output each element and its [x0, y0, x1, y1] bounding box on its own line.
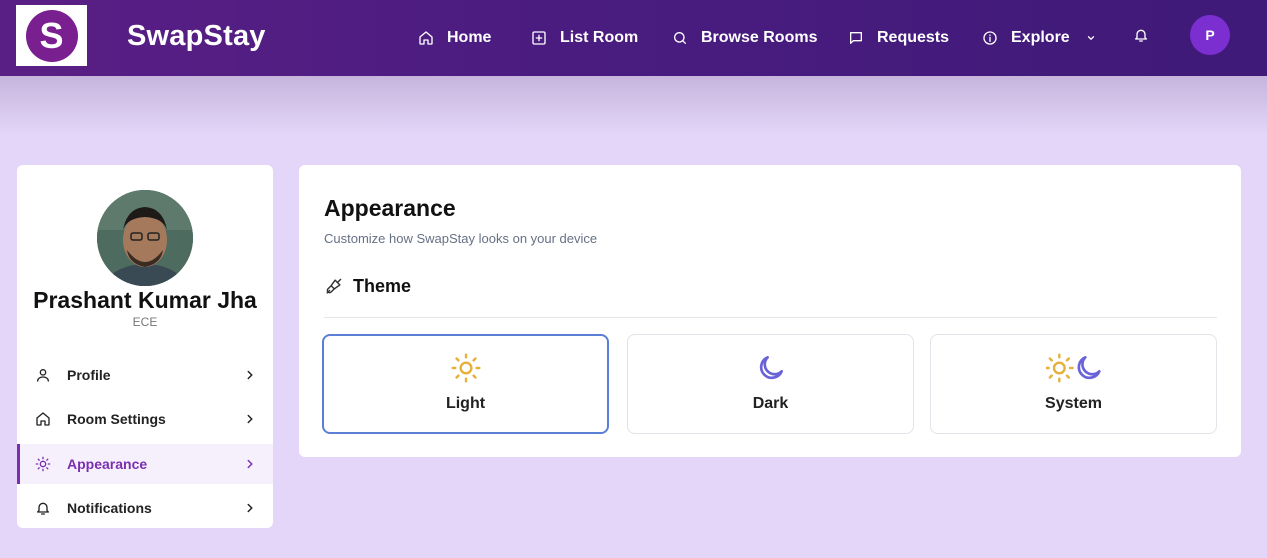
sidebar-item-label: Appearance	[67, 456, 148, 472]
page-title: Appearance	[324, 195, 456, 221]
chevron-right-icon	[247, 459, 253, 469]
moon-icon	[759, 356, 783, 380]
chevron-right-icon	[247, 370, 253, 380]
theme-option-light[interactable]: Light	[322, 334, 609, 434]
profile-avatar	[97, 190, 193, 286]
plus-square-icon	[532, 31, 546, 45]
sidebar-item-label: Room Settings	[67, 411, 166, 427]
page-subtitle: Customize how SwapStay looks on your dev…	[324, 231, 598, 246]
nav-requests-label: Requests	[877, 29, 950, 46]
chevron-down-icon	[1087, 36, 1094, 41]
divider	[324, 317, 1217, 318]
theme-section-label: Theme	[353, 276, 412, 296]
theme-section-heading: Theme	[324, 276, 411, 297]
home-icon	[419, 31, 433, 45]
nav-list-room[interactable]: List Room	[531, 0, 638, 76]
bell-icon	[1135, 29, 1147, 42]
search-icon	[674, 32, 686, 44]
logo[interactable]: S	[16, 5, 87, 66]
sidebar-item-room-settings[interactable]: Room Settings	[17, 399, 273, 439]
theme-option-label: System	[1045, 395, 1102, 412]
sidebar-item-label: Profile	[67, 367, 111, 383]
theme-option-label: Light	[445, 395, 486, 412]
top-navbar: S SwapStay Home List Room Browse Rooms R…	[0, 0, 1267, 76]
user-icon	[37, 369, 49, 382]
sun-icon	[35, 456, 51, 472]
appearance-card: Appearance Customize how SwapStay looks …	[299, 165, 1241, 457]
nav-home[interactable]: Home	[418, 0, 491, 76]
nav-browse-rooms-label: Browse Rooms	[701, 29, 818, 46]
theme-option-label: Dark	[752, 395, 789, 412]
brand-name[interactable]: SwapStay	[127, 20, 266, 53]
paintbrush-icon	[326, 278, 342, 294]
theme-option-dark[interactable]: Dark	[627, 334, 914, 434]
theme-option-system[interactable]: System	[930, 334, 1217, 434]
nav-browse-rooms[interactable]: Browse Rooms	[672, 0, 817, 76]
nav-explore-label: Explore	[1011, 29, 1070, 46]
profile-name: Prashant Kumar Jha	[33, 287, 257, 313]
profile-department: ECE	[132, 315, 158, 329]
nav-home-label: Home	[447, 29, 492, 46]
nav-requests[interactable]: Requests	[848, 0, 949, 76]
sidebar-item-notifications[interactable]: Notifications	[17, 488, 273, 528]
nav-explore-dropdown[interactable]: Explore	[982, 0, 1096, 76]
chevron-right-icon	[247, 414, 253, 424]
user-avatar-button[interactable]: P	[1190, 15, 1230, 55]
nav-list-room-label: List Room	[560, 29, 639, 46]
chevron-right-icon	[247, 503, 253, 513]
header-gradient	[0, 76, 1267, 136]
sun-moon-icon	[931, 352, 1216, 384]
sun-icon	[450, 353, 481, 383]
notifications-bell-button[interactable]	[1133, 27, 1149, 48]
settings-sidebar: Prashant Kumar Jha ECE Profile Room Sett…	[17, 165, 273, 528]
sidebar-item-profile[interactable]: Profile	[17, 355, 273, 395]
sidebar-item-label: Notifications	[67, 500, 152, 516]
info-icon	[983, 31, 997, 45]
logo-letter: S	[25, 9, 78, 62]
home-icon	[36, 412, 50, 426]
bell-icon	[37, 502, 49, 515]
message-icon	[850, 31, 862, 44]
sidebar-item-appearance[interactable]: Appearance	[17, 444, 273, 484]
